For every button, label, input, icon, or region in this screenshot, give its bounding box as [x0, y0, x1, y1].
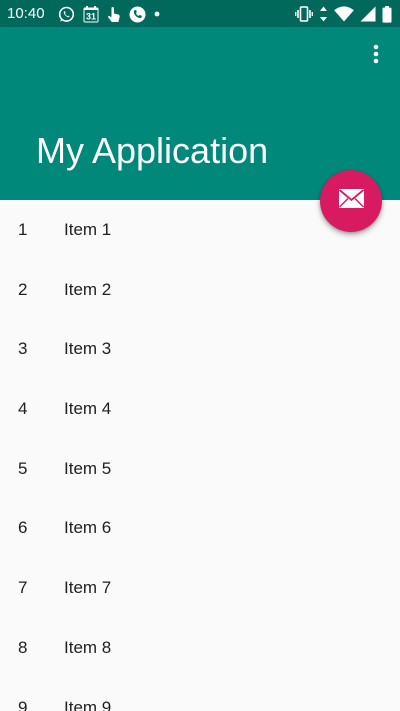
list-item[interactable]: 7 Item 7 — [0, 558, 400, 618]
status-left-icons: 31 — [58, 5, 168, 23]
email-icon — [338, 188, 365, 214]
item-id: 2 — [18, 279, 28, 299]
calendar-icon: 31 — [83, 5, 99, 23]
list-item[interactable]: 3 Item 3 — [0, 319, 400, 379]
status-time: 10:40 — [7, 5, 45, 22]
item-id: 9 — [18, 697, 28, 711]
status-bar: 10:40 31 — [0, 0, 400, 27]
touch-icon — [107, 6, 121, 23]
list-item[interactable]: 9 Item 9 — [0, 678, 400, 711]
item-id: 3 — [18, 339, 28, 359]
list-item[interactable]: 8 Item 8 — [0, 618, 400, 678]
more-vert-icon — [373, 44, 379, 69]
item-id: 6 — [18, 518, 28, 538]
email-fab-button[interactable] — [320, 170, 382, 232]
item-content: Item 8 — [64, 637, 112, 657]
item-id: 7 — [18, 578, 28, 598]
item-content: Item 2 — [64, 279, 112, 299]
list-item[interactable]: 5 Item 5 — [0, 439, 400, 499]
list-item[interactable]: 4 Item 4 — [0, 379, 400, 439]
phone-icon — [129, 6, 146, 23]
item-content: Item 3 — [64, 339, 112, 359]
item-content: Item 4 — [64, 399, 112, 419]
item-content: Item 6 — [64, 518, 112, 538]
overflow-menu-button[interactable] — [364, 44, 388, 68]
list-item[interactable]: 2 Item 2 — [0, 260, 400, 320]
vibrate-icon — [295, 6, 313, 22]
app-title: My Application — [36, 130, 269, 171]
wifi-icon — [334, 6, 354, 22]
signal-icon — [360, 6, 376, 22]
item-content: Item 7 — [64, 578, 112, 598]
item-id: 5 — [18, 458, 28, 478]
status-right-icons — [289, 5, 392, 23]
item-id: 1 — [18, 220, 28, 239]
item-id: 4 — [18, 399, 28, 419]
item-id: 8 — [18, 637, 28, 657]
dot-icon — [154, 11, 160, 17]
item-content: Item 9 — [64, 697, 112, 711]
data-arrows-icon — [319, 6, 328, 22]
item-content: Item 5 — [64, 458, 112, 478]
calendar-day: 31 — [86, 11, 96, 21]
battery-icon — [382, 5, 392, 23]
item-content: Item 1 — [64, 220, 112, 239]
item-list[interactable]: 1 Item 1 2 Item 2 3 Item 3 4 Item 4 5 It… — [0, 200, 400, 711]
whatsapp-icon — [58, 6, 75, 23]
list-item[interactable]: 6 Item 6 — [0, 498, 400, 558]
